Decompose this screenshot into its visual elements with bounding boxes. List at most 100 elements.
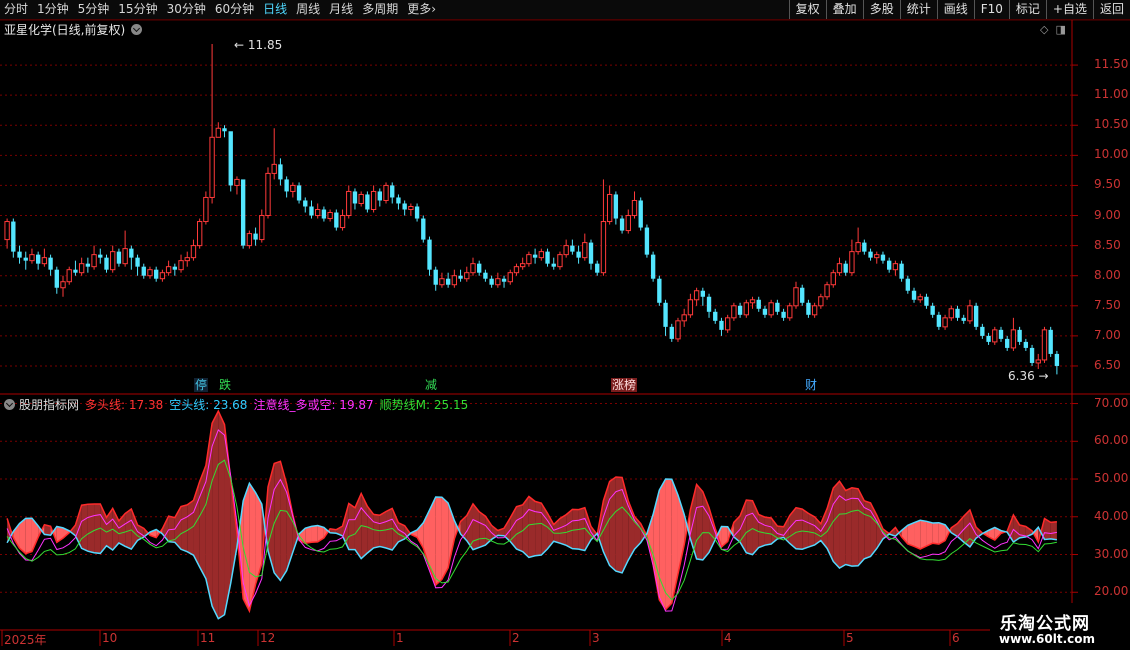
candle-body xyxy=(538,251,544,259)
candle-body xyxy=(184,257,190,262)
candle-body xyxy=(650,254,656,279)
candle-body xyxy=(600,221,607,274)
candle-body xyxy=(501,278,507,282)
candle-body xyxy=(507,272,513,283)
band-segment xyxy=(839,481,846,569)
candle-body xyxy=(35,254,41,264)
candle-body xyxy=(887,260,892,270)
band-segment xyxy=(696,484,703,560)
candle-body xyxy=(631,199,638,217)
date-axis-label: 3 xyxy=(592,631,600,645)
chevron-down-icon[interactable] xyxy=(4,399,15,410)
price-axis-label: 10.50 xyxy=(1094,117,1129,132)
legend-caution-line: 注意线_多或空: 19.87 xyxy=(253,398,374,412)
price-axis-label: 7.00 xyxy=(1094,327,1121,342)
candle-body xyxy=(545,251,550,264)
candle-body xyxy=(172,266,177,270)
candle-body xyxy=(1054,353,1060,366)
watermark-url: www.60lt.com xyxy=(999,632,1096,646)
candle-body xyxy=(613,194,619,219)
watermark-title: 乐淘公式网 xyxy=(1000,614,1090,634)
high-price-label: ← 11.85 xyxy=(234,38,282,52)
candle-body xyxy=(924,296,929,306)
low-price-label: 6.36 → xyxy=(1008,369,1049,383)
price-axis-label: 9.00 xyxy=(1094,207,1121,222)
candle-body xyxy=(271,163,277,174)
candle-body xyxy=(383,184,389,201)
band-segment xyxy=(81,504,88,552)
band-segment xyxy=(808,513,815,548)
candle-body xyxy=(451,275,458,286)
band-segment xyxy=(907,522,915,547)
price-axis-label: 9.50 xyxy=(1094,177,1121,192)
band-segment xyxy=(441,497,449,580)
event-marker-reduce[interactable]: 减 xyxy=(424,378,438,392)
chart-canvas[interactable] xyxy=(0,0,1130,650)
indicator-legend[interactable]: 股朋指标网 多头线: 17.38 空头线: 23.68 注意线_多或空: 19.… xyxy=(4,396,468,413)
stock-title[interactable]: 亚星化学(日线,前复权) xyxy=(4,21,143,38)
candle-body xyxy=(1017,329,1022,342)
legend-long-line: 多头线: 17.38 xyxy=(85,398,164,412)
candle-body xyxy=(942,317,948,328)
event-marker-suspend[interactable]: 停 xyxy=(194,378,209,392)
candle-body xyxy=(458,275,463,279)
candle-body xyxy=(358,193,364,204)
candle-body xyxy=(806,302,811,315)
candle-body xyxy=(713,311,718,321)
low-price-value: 6.36 xyxy=(1008,369,1035,383)
candle-body xyxy=(303,200,308,207)
candle-body xyxy=(265,172,271,217)
band-segment xyxy=(851,487,859,567)
candle-body xyxy=(724,317,731,331)
candle-body xyxy=(414,206,420,219)
candle-body xyxy=(719,320,724,330)
candle-body xyxy=(402,203,407,210)
price-axis-label: 11.50 xyxy=(1094,57,1129,72)
event-marker-limit-down[interactable]: 跌 xyxy=(218,378,232,392)
window-toggle-icon[interactable]: ◨ xyxy=(1055,23,1065,36)
date-axis-label: 4 xyxy=(724,631,732,645)
price-axis-label: 11.00 xyxy=(1094,87,1129,102)
candle-body xyxy=(339,215,346,229)
candle-body xyxy=(290,184,296,192)
candle-body xyxy=(874,254,880,259)
event-marker-top-list[interactable]: 涨榜 xyxy=(611,378,638,392)
candle-body xyxy=(787,305,793,319)
candle-body xyxy=(669,326,674,339)
candle-body xyxy=(663,302,668,327)
event-marker-financial[interactable]: 财 xyxy=(804,378,818,392)
candle-body xyxy=(178,260,184,271)
candle-body xyxy=(222,128,227,132)
candle-body xyxy=(911,290,917,300)
candle-body xyxy=(1041,329,1048,361)
candle-body xyxy=(104,257,109,270)
band-segment xyxy=(25,518,32,554)
band-segment xyxy=(435,496,442,586)
candle-body xyxy=(489,278,494,285)
candle-body xyxy=(122,248,128,265)
candle-body xyxy=(253,233,258,240)
candle-body xyxy=(768,302,774,316)
candle-body xyxy=(439,278,445,286)
candle-body xyxy=(992,329,998,343)
band-segment xyxy=(796,507,803,550)
candle-body xyxy=(892,263,899,271)
band-segment xyxy=(311,525,318,543)
candle-body xyxy=(190,245,197,259)
candle-body xyxy=(973,305,979,327)
date-axis-label: 5 xyxy=(846,631,854,645)
candle-body xyxy=(4,221,10,241)
candle-body xyxy=(1005,338,1010,348)
diamond-icon[interactable]: ◇ xyxy=(1040,23,1048,36)
chevron-down-icon[interactable] xyxy=(131,24,143,35)
candle-body xyxy=(196,221,203,247)
candle-body xyxy=(464,272,470,280)
candle-body xyxy=(967,305,973,322)
candle-body xyxy=(327,212,333,220)
legend-short-line: 空头线: 23.68 xyxy=(169,398,248,412)
candle-body xyxy=(483,272,488,279)
candle-body xyxy=(66,269,72,283)
candle-body xyxy=(681,314,687,322)
candle-body xyxy=(234,178,240,186)
candle-body xyxy=(619,218,625,231)
